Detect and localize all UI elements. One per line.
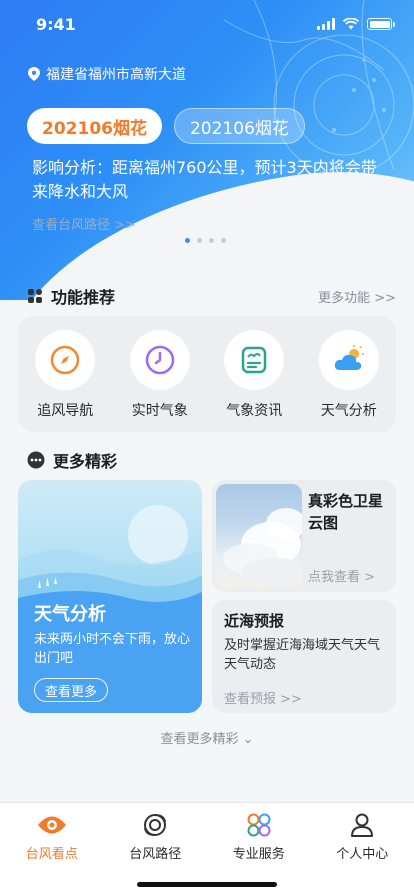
double-chevron-down-icon: ⌄ — [242, 732, 254, 747]
view-more-button[interactable]: 查看更多 — [34, 678, 109, 702]
signal-icon — [317, 18, 335, 30]
typhoon-tab-2[interactable]: 202106烟花 — [173, 108, 305, 144]
more-section-title: 更多精彩 — [53, 452, 118, 471]
more-features-link[interactable]: 更多功能 >> — [318, 287, 396, 306]
person-icon — [351, 813, 374, 837]
feature-navigation[interactable]: 追风导航 — [25, 330, 105, 432]
status-bar: 9:41 — [0, 0, 414, 48]
feature-label: 气象资讯 — [226, 403, 283, 419]
typhoon-tabs: 202106烟花 202106烟花 — [27, 108, 305, 144]
more-section-header: 更多精彩 — [27, 448, 117, 472]
more-dots-icon — [27, 451, 45, 469]
feature-weather-news[interactable]: 气象资讯 — [214, 330, 294, 432]
location[interactable]: 福建省福州市高新大道 — [28, 64, 186, 84]
feature-label: 天气分析 — [320, 403, 377, 419]
battery-icon — [367, 18, 395, 30]
satellite-cloud-card[interactable]: 真彩色卫星云图 点我查看 > — [212, 480, 396, 592]
satellite-link[interactable]: 点我查看 > — [308, 566, 375, 585]
impact-analysis: 影响分析：距离福州760公里，预计3天内将会带来降水和大风 — [32, 158, 377, 201]
carousel-dot — [209, 238, 214, 243]
apps-icon — [28, 289, 42, 303]
feature-label: 实时气象 — [131, 403, 188, 419]
wifi-icon — [343, 18, 359, 30]
tab-typhoon-highlights[interactable]: 台风看点 — [0, 803, 104, 896]
tab-label: 台风看点 — [25, 847, 78, 862]
coastal-title: 近海预报 — [224, 612, 285, 630]
carousel-indicator — [185, 238, 226, 243]
eye-icon — [37, 816, 66, 834]
view-more-text: 查看更多精彩 — [160, 732, 239, 747]
feature-realtime-weather[interactable]: 实时气象 — [120, 330, 200, 432]
news-icon — [242, 346, 267, 374]
satellite-title: 真彩色卫星云图 — [308, 492, 384, 532]
typhoon-icon — [144, 814, 167, 836]
cloud-image — [216, 484, 302, 588]
status-time: 9:41 — [36, 14, 76, 34]
weather-analysis-desc: 未来两小时不会下雨，放心出门吧 — [34, 632, 191, 666]
cloud-illustration — [223, 508, 302, 586]
carousel-dot — [197, 238, 202, 243]
weather-analysis-card[interactable]: 天气分析 未来两小时不会下雨，放心出门吧 查看更多 — [18, 480, 202, 713]
grid-icon — [247, 813, 271, 837]
compass-icon — [51, 345, 80, 375]
view-more-highlights[interactable]: 查看更多精彩 ⌄ — [0, 728, 414, 747]
features-title: 功能推荐 — [51, 288, 116, 307]
location-pin-icon — [28, 67, 40, 81]
coastal-forecast-card[interactable]: 近海预报 及时掌握近海海域天气天气天气动态 查看预报 >> — [212, 600, 396, 713]
feature-label: 追风导航 — [37, 403, 94, 419]
clock-icon — [145, 345, 174, 375]
tab-label: 专业服务 — [232, 847, 285, 862]
features-header: 功能推荐 — [27, 284, 115, 308]
tab-label: 台风路径 — [129, 847, 182, 862]
weather-analysis-title: 天气分析 — [34, 604, 106, 625]
feature-weather-analysis[interactable]: 天气分析 — [309, 330, 389, 432]
tab-personal-center[interactable]: 个人中心 — [311, 803, 414, 896]
location-text: 福建省福州市高新大道 — [46, 67, 186, 83]
home-indicator — [137, 882, 277, 887]
coastal-link[interactable]: 查看预报 >> — [224, 688, 302, 707]
carousel-dot — [185, 238, 190, 243]
carousel-dot — [221, 238, 226, 243]
weather-icon — [334, 345, 364, 370]
tab-label: 个人中心 — [336, 847, 389, 862]
typhoon-tab-1[interactable]: 202106烟花 — [27, 108, 162, 144]
coastal-desc: 及时掌握近海海域天气天气天气动态 — [224, 638, 381, 672]
feature-grid: 追风导航 实时气象 气象资讯 天气分析 — [18, 316, 396, 432]
typhoon-path-link[interactable]: 查看台风路径 >> — [32, 214, 136, 233]
